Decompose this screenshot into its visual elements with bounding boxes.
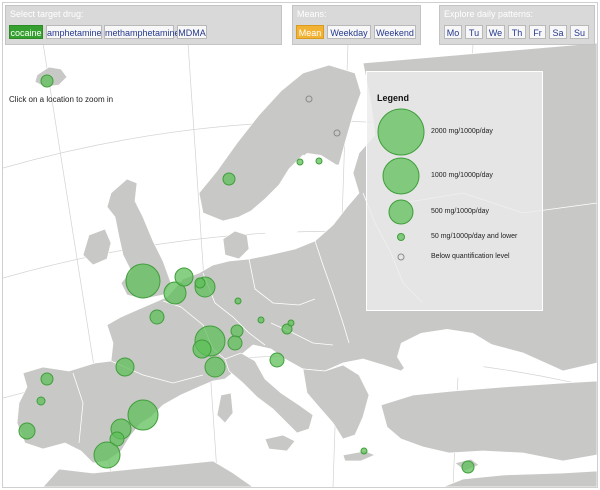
map-widget: Select target drug: cocaine amphetamine … <box>2 2 598 488</box>
legend-label-1000: 1000 mg/1000p/day <box>431 172 493 179</box>
marker-reykjavik <box>40 74 54 88</box>
marker-innsbruck <box>227 335 243 351</box>
legend-label-below-quantification: Below quantification level <box>431 253 510 260</box>
marker-utrecht <box>194 277 206 289</box>
marker-stockholm-1 <box>296 158 304 166</box>
marker-bordeaux <box>115 357 135 377</box>
means-option-weekend[interactable]: Weekend <box>374 25 416 39</box>
marker-berlin <box>234 297 242 305</box>
drug-selector-panel: Select target drug: cocaine amphetamine … <box>5 5 282 45</box>
means-option-weekday[interactable]: Weekday <box>327 25 371 39</box>
means-selector-title: Means: <box>297 9 327 19</box>
marker-lisbon-north <box>36 396 46 406</box>
marker-lisbon <box>18 422 36 440</box>
marker-prague <box>257 316 265 324</box>
legend-circle-500 <box>388 199 414 225</box>
drug-option-amphetamine[interactable]: amphetamine <box>46 25 102 39</box>
day-option-we[interactable]: We <box>486 25 505 39</box>
zoom-hint: Click on a location to zoom in <box>9 95 114 104</box>
marker-zagreb <box>269 352 285 368</box>
legend-symbols <box>377 108 425 261</box>
legend: Legend 2000 mg/1000p/day 1000 mg/1000p/d… <box>366 71 543 311</box>
marker-helsinki <box>315 157 323 165</box>
means-selector-panel: Means: Mean Weekday Weekend <box>292 5 421 45</box>
marker-granada <box>93 441 121 469</box>
marker-bern <box>192 339 212 359</box>
marker-paris <box>149 309 165 325</box>
legend-circle-1000 <box>382 157 420 195</box>
marker-munich <box>230 324 244 338</box>
marker-milan <box>204 356 226 378</box>
day-option-mo[interactable]: Mo <box>444 25 462 39</box>
marker-amsterdam <box>174 267 194 287</box>
marker-barcelona <box>127 399 159 431</box>
legend-circle-50 <box>397 233 405 241</box>
marker-oslo <box>222 172 236 186</box>
marker-athens <box>360 447 368 455</box>
marker-london <box>125 263 161 299</box>
legend-circle-below-quantification <box>397 253 405 261</box>
drug-selector-title: Select target drug: <box>10 9 84 19</box>
legend-label-50: 50 mg/1000p/day and lower <box>431 233 518 240</box>
legend-label-500: 500 mg/1000p/day <box>431 208 489 215</box>
legend-label-2000: 2000 mg/1000p/day <box>431 128 493 135</box>
marker-porto <box>40 372 54 386</box>
day-option-th[interactable]: Th <box>508 25 526 39</box>
legend-circle-2000 <box>377 108 425 156</box>
marker-bratislava <box>287 319 295 327</box>
means-option-mean[interactable]: Mean <box>296 25 324 39</box>
drug-option-cocaine[interactable]: cocaine <box>9 25 43 39</box>
day-option-fr[interactable]: Fr <box>529 25 546 39</box>
daily-patterns-title: Explore daily patterns: <box>444 9 534 19</box>
day-option-tu[interactable]: Tu <box>465 25 483 39</box>
daily-patterns-panel: Explore daily patterns: Mo Tu We Th Fr S… <box>439 5 595 45</box>
day-option-sa[interactable]: Sa <box>549 25 567 39</box>
day-option-su[interactable]: Su <box>570 25 589 39</box>
legend-title: Legend <box>377 93 410 103</box>
drug-option-mdma[interactable]: MDMA <box>177 25 207 39</box>
marker-nicosia <box>461 460 475 474</box>
drug-option-methamphetamine[interactable]: methamphetamine <box>104 25 180 39</box>
